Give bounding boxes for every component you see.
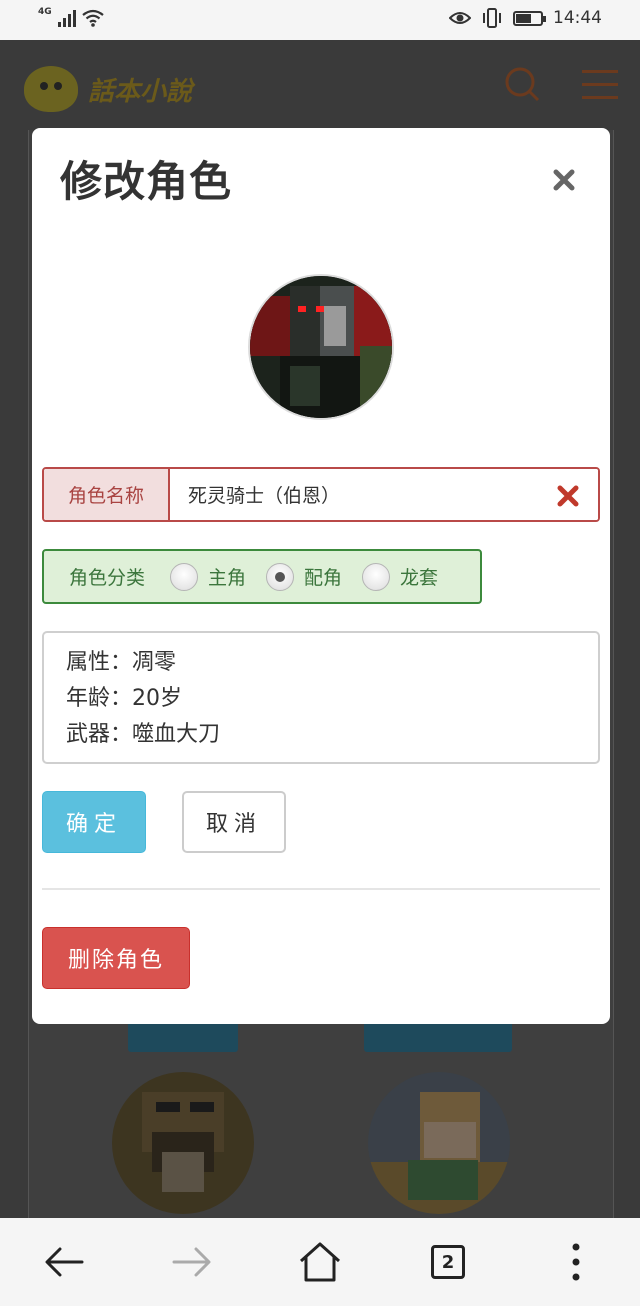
tabs-button[interactable]: 2 <box>424 1238 472 1286</box>
network-type: 4G <box>38 7 52 17</box>
category-option-label: 龙套 <box>400 567 439 589</box>
character-avatar[interactable] <box>248 274 394 420</box>
modal-title: 修改角色 <box>60 157 233 206</box>
divider <box>42 888 600 890</box>
forward-arrow-icon <box>172 1247 211 1277</box>
radio-button[interactable] <box>170 562 198 591</box>
logo-text: 話本小說 <box>88 76 193 107</box>
description-line: 年龄：20岁 <box>66 686 182 711</box>
tab-count: 2 <box>431 1245 465 1279</box>
site-logo[interactable]: 話本小說 <box>24 66 192 112</box>
more-menu-button[interactable] <box>552 1238 600 1286</box>
status-bar: 4G 14:44 <box>0 0 640 40</box>
battery-icon <box>513 10 546 26</box>
browser-bottom-nav: 2 <box>0 1218 640 1306</box>
site-header: 話本小說 <box>0 40 640 130</box>
character-category-label: 角色分类 <box>68 567 145 589</box>
forward-button[interactable] <box>168 1238 216 1286</box>
category-option-label: 主角 <box>208 567 247 589</box>
category-option-supporting[interactable]: 配角 <box>266 562 343 591</box>
category-option-label: 配角 <box>304 567 343 589</box>
mascot-icon <box>24 66 78 112</box>
back-button[interactable] <box>40 1238 88 1286</box>
menu-icon[interactable] <box>582 70 618 100</box>
clear-input-icon[interactable] <box>556 484 580 508</box>
close-button[interactable] <box>548 164 580 196</box>
edit-character-modal: 修改角色 角色名称 角色分类 <box>32 128 610 1024</box>
signal-icon <box>57 9 76 27</box>
home-icon <box>299 1242 341 1282</box>
character-avatar <box>112 1072 254 1214</box>
description-line: 属性：凋零 <box>66 650 177 675</box>
back-arrow-icon <box>45 1247 84 1277</box>
description-line: 武器：噬血大刀 <box>66 722 221 747</box>
character-name-group: 角色名称 <box>42 467 600 522</box>
confirm-button[interactable]: 确定 <box>42 791 146 853</box>
category-option-extra[interactable]: 龙套 <box>362 562 439 591</box>
character-name-label: 角色名称 <box>44 469 170 520</box>
character-avatar <box>368 1072 510 1214</box>
cancel-button[interactable]: 取消 <box>182 791 286 853</box>
wifi-icon <box>81 9 104 27</box>
home-button[interactable] <box>296 1238 344 1286</box>
search-icon[interactable] <box>504 66 540 102</box>
radio-button[interactable] <box>362 562 391 591</box>
character-description-textarea[interactable]: 属性：凋零 年龄：20岁 武器：噬血大刀 <box>42 631 600 764</box>
more-vertical-icon <box>572 1243 580 1281</box>
close-icon <box>553 169 575 191</box>
clock: 14:44 <box>553 8 602 28</box>
eye-icon <box>449 12 471 24</box>
character-category-group: 角色分类 主角 配角 龙套 <box>42 549 482 604</box>
radio-button[interactable] <box>266 562 295 591</box>
character-name-input[interactable] <box>170 469 598 520</box>
delete-character-button[interactable]: 删除角色 <box>42 927 190 989</box>
category-option-main[interactable]: 主角 <box>170 562 247 591</box>
vibrate-icon <box>483 8 501 28</box>
